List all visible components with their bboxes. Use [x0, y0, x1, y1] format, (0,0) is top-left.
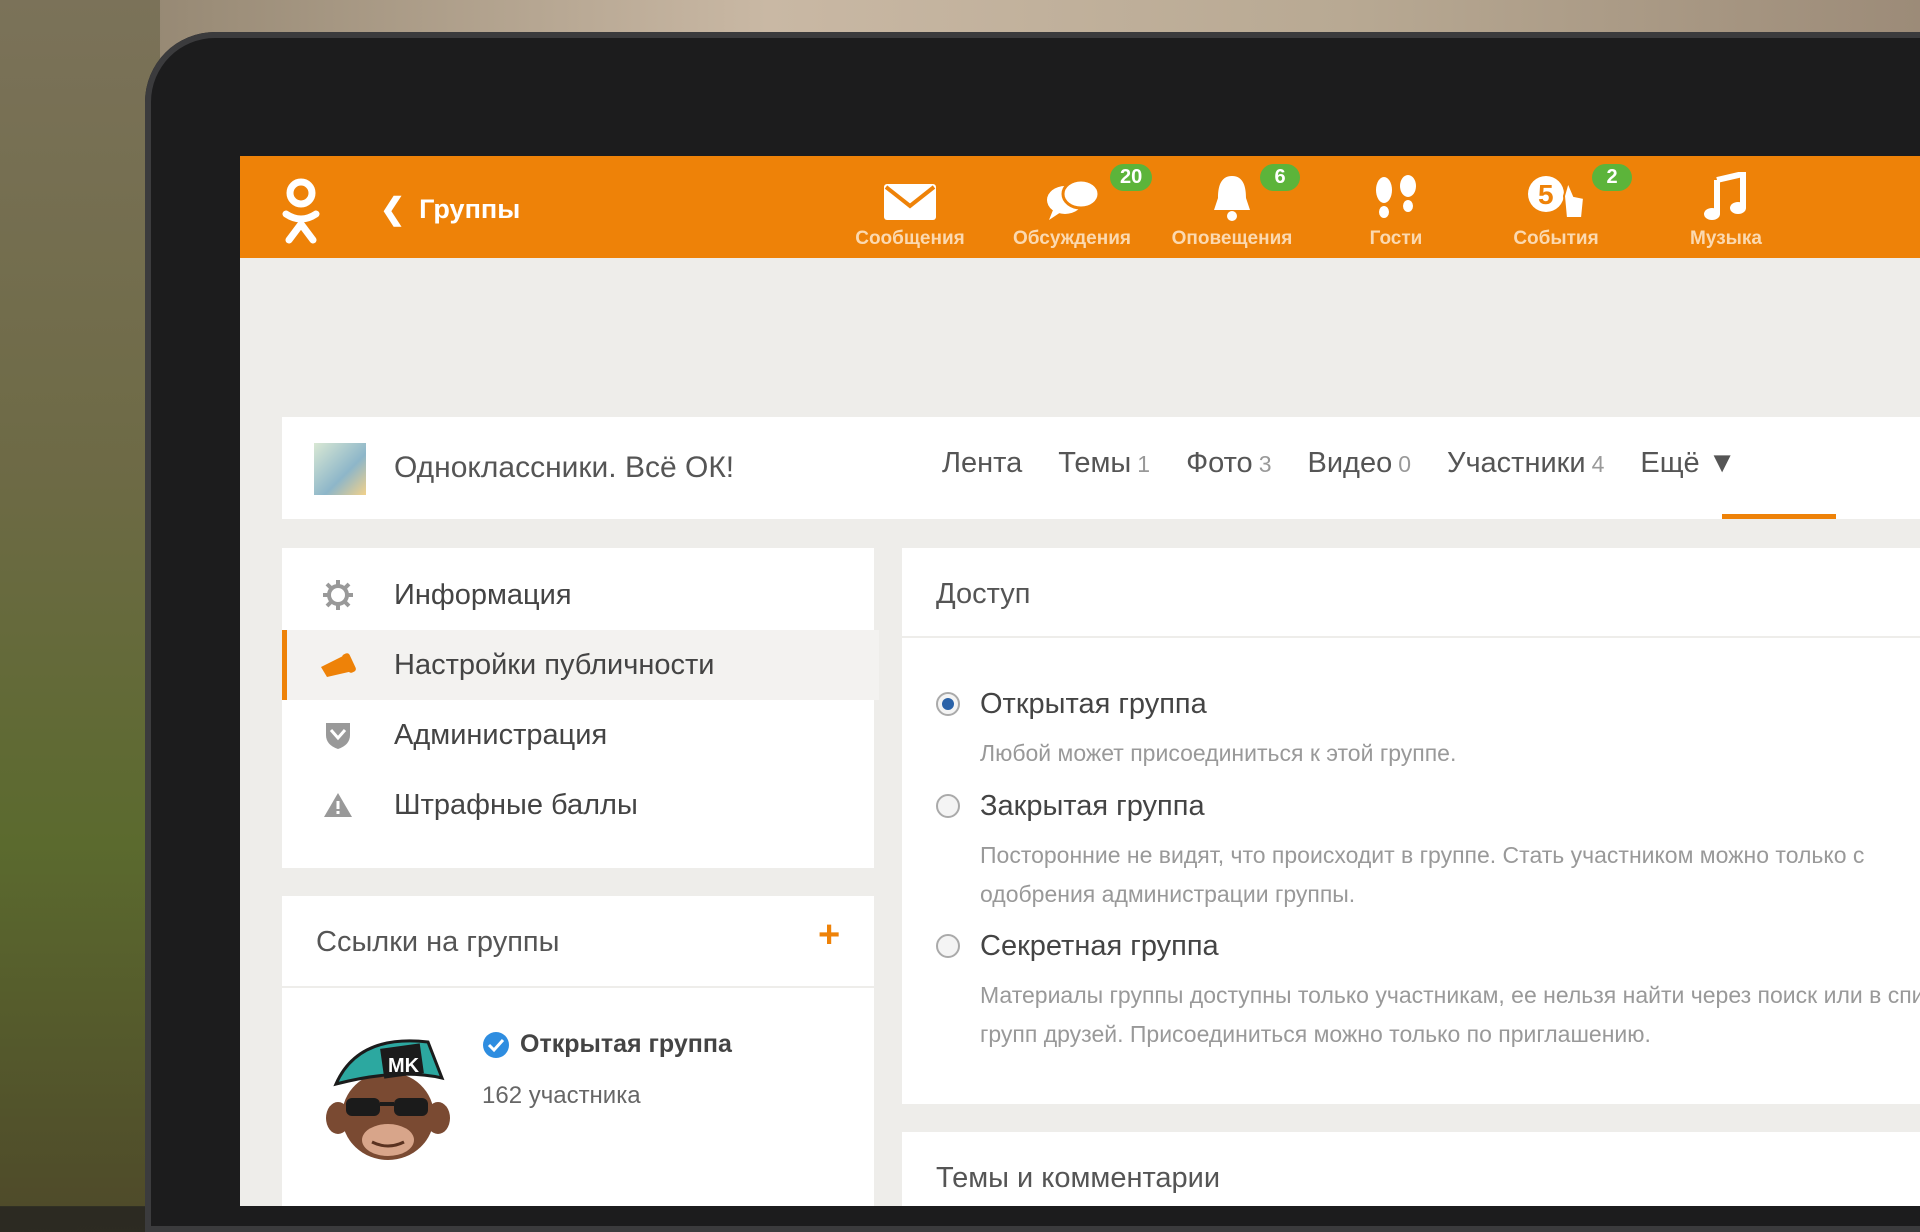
group-name[interactable]: Одноклассники. Всё ОК! [394, 451, 734, 485]
divider [902, 636, 1920, 638]
add-link-button[interactable]: + [818, 914, 840, 957]
tab-count: 0 [1398, 451, 1412, 477]
nav-notifications-label: Оповещения [1171, 228, 1293, 249]
linked-group-members: 162 участника [482, 1082, 641, 1109]
settings-menu: Информация Настройки публичности Админис… [282, 548, 879, 868]
menu-item-administration[interactable]: Администрация [282, 700, 874, 770]
topics-comments-title: Темы и комментарии [936, 1162, 1221, 1194]
top-navigation-bar: ❮ Группы Сообщения Обсуждения 20 Оповеще… [240, 156, 1920, 258]
menu-item-information[interactable]: Информация [282, 560, 874, 630]
svg-text:5: 5 [1538, 179, 1554, 210]
warning-icon [318, 791, 358, 819]
footprints-icon [1326, 170, 1466, 222]
option-title: Секретная группа [980, 930, 1219, 962]
tab-members[interactable]: Участники 4 [1447, 447, 1604, 480]
linked-group-card[interactable]: MK Открытая группа 162 участника [282, 988, 874, 1206]
nav-discussions-label: Обсуждения [1013, 228, 1131, 249]
events-badge: 2 [1592, 164, 1632, 191]
gear-icon [318, 579, 358, 611]
back-to-groups-link[interactable]: ❮ Группы [380, 192, 520, 227]
tab-topics[interactable]: Темы 1 [1058, 447, 1150, 480]
menu-item-label: Администрация [394, 718, 608, 751]
group-tabs: Лента Темы 1 Фото 3 Видео 0 Участники 4 Ещё … [942, 447, 1736, 480]
tab-count: 1 [1137, 451, 1151, 477]
tab-photos[interactable]: Фото 3 [1186, 447, 1271, 480]
linked-group-title[interactable]: Открытая группа [482, 1030, 732, 1059]
nav-guests[interactable]: Гости [1326, 170, 1466, 250]
nav-music[interactable]: Музыка [1656, 170, 1796, 250]
menu-item-label: Настройки публичности [394, 648, 715, 681]
tab-more[interactable]: Ещё ▼ [1640, 447, 1736, 480]
tab-videos[interactable]: Видео 0 [1307, 447, 1411, 480]
option-title: Открытая группа [980, 688, 1207, 720]
tab-count: 4 [1591, 451, 1605, 477]
active-tab-indicator [1722, 514, 1836, 519]
option-description: Посторонние не видят, что происходит в г… [980, 842, 1865, 907]
background-blur-left [0, 0, 160, 1206]
tab-feed[interactable]: Лента [942, 447, 1022, 480]
group-links-title: Ссылки на группы [316, 926, 560, 958]
nav-music-label: Музыка [1690, 228, 1762, 249]
shield-icon [318, 720, 358, 750]
group-links-section: Ссылки на группы + [282, 896, 874, 988]
menu-item-label: Штрафные баллы [394, 788, 638, 821]
svg-text:MK: MK [388, 1055, 420, 1077]
nav-messages[interactable]: Сообщения [840, 170, 980, 250]
chevron-left-icon: ❮ [380, 193, 406, 226]
access-settings-panel: Доступ Открытая группа Любой может присо… [902, 548, 1920, 1104]
menu-item-publicity-settings[interactable]: Настройки публичности [282, 630, 879, 700]
radio-closed-group[interactable] [936, 794, 960, 818]
music-note-icon [1656, 170, 1796, 222]
radio-secret-group[interactable] [936, 934, 960, 958]
screen: ❮ Группы Сообщения Обсуждения 20 Оповеще… [240, 156, 1920, 1206]
tab-count: 3 [1258, 451, 1272, 477]
option-title: Закрытая группа [980, 790, 1205, 822]
verified-check-icon [483, 1031, 509, 1058]
discussions-badge: 20 [1110, 164, 1153, 191]
option-description: Любой может присоединиться к этой группе… [980, 740, 1457, 766]
back-link-label: Группы [419, 194, 521, 224]
monkey-avatar[interactable]: MK [318, 1028, 456, 1164]
radio-open-group[interactable] [936, 692, 960, 716]
access-title: Доступ [936, 578, 1031, 610]
menu-item-label: Информация [394, 578, 572, 611]
option-description: Материалы группы доступны только участни… [980, 982, 1920, 1047]
notifications-badge: 6 [1260, 164, 1300, 191]
menu-item-penalty-points[interactable]: Штрафные баллы [282, 770, 874, 840]
group-header: Одноклассники. Всё ОК! Лента Темы 1 Фото 3… [282, 417, 1920, 519]
envelope-icon [840, 170, 980, 222]
nav-guests-label: Гости [1369, 228, 1423, 249]
ok-logo-icon[interactable] [278, 178, 324, 244]
megaphone-icon [318, 651, 358, 679]
nav-events-label: События [1513, 228, 1599, 249]
nav-messages-label: Сообщения [855, 228, 965, 249]
topics-comments-section: Темы и комментарии [902, 1132, 1920, 1206]
group-thumbnail[interactable] [314, 443, 366, 495]
